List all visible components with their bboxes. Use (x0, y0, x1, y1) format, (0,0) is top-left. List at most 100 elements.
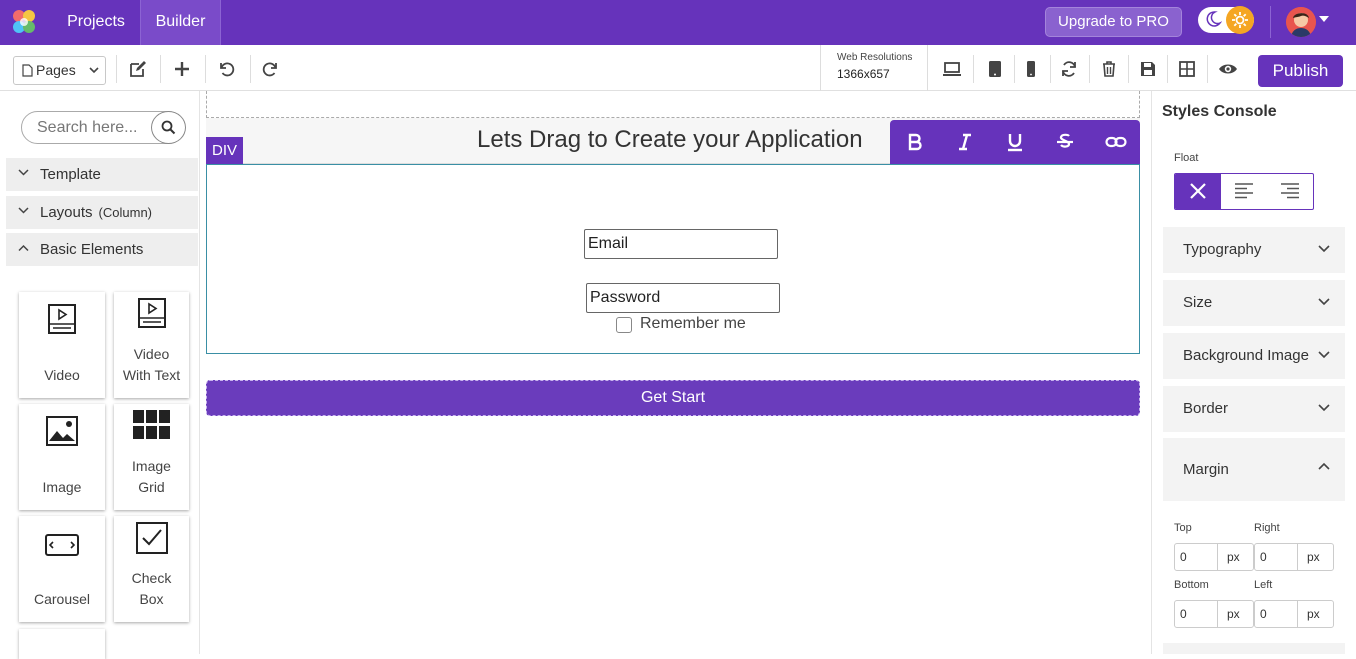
delete-icon[interactable] (1099, 59, 1119, 79)
email-field[interactable]: Email (584, 229, 778, 259)
upgrade-button[interactable]: Upgrade to PRO (1045, 7, 1182, 37)
refresh-icon[interactable] (1059, 59, 1079, 79)
margin-top-value[interactable]: 0 (1180, 550, 1187, 564)
search-input[interactable]: Search here... (37, 119, 138, 137)
margin-right-unit[interactable]: px (1297, 544, 1334, 570)
video-icon (19, 304, 105, 334)
settings-icon[interactable] (1226, 6, 1254, 34)
edit-icon[interactable] (128, 59, 148, 79)
divider (1128, 55, 1129, 83)
underline-icon[interactable] (1005, 132, 1025, 152)
close-icon (1190, 183, 1206, 199)
pages-select[interactable]: Pages (13, 56, 106, 85)
section-label: Typography (1183, 241, 1262, 258)
accordion-basic-elements[interactable]: Basic Elements (6, 233, 198, 266)
video-with-text-icon (114, 298, 189, 328)
margin-bottom-unit[interactable]: px (1217, 601, 1254, 627)
align-left-icon (1235, 183, 1253, 199)
accordion-title: Layouts (40, 204, 93, 221)
element-label: Image (132, 458, 171, 474)
section-margin[interactable]: Margin (1163, 438, 1345, 501)
mobile-icon[interactable] (1021, 59, 1041, 79)
chevron-down-icon[interactable] (1319, 16, 1329, 22)
element-card-partial[interactable] (19, 629, 105, 659)
web-resolution: Web Resolutions 1366x657 (820, 45, 928, 91)
builder-canvas[interactable]: Lets Drag to Create your Application DIV… (205, 91, 1151, 654)
element-checkbox[interactable]: Check Box (114, 516, 189, 622)
remember-checkbox[interactable] (616, 317, 632, 333)
resolution-title: Web Resolutions (837, 52, 913, 63)
section-size[interactable]: Size (1163, 280, 1345, 326)
save-icon[interactable] (1138, 59, 1158, 79)
link-icon[interactable] (1105, 132, 1127, 152)
nav-builder[interactable]: Builder (140, 0, 221, 45)
section-background-image[interactable]: Background Image (1163, 333, 1345, 379)
headline-text[interactable]: Lets Drag to Create your Application (477, 126, 863, 154)
chevron-down-icon (1318, 404, 1330, 412)
margin-top-input[interactable]: 0 px (1174, 543, 1254, 571)
strikethrough-icon[interactable] (1055, 132, 1075, 152)
italic-icon[interactable] (955, 132, 975, 152)
divider (1050, 55, 1051, 83)
chevron-down-icon (1318, 298, 1330, 306)
element-label: Carousel (33, 591, 91, 607)
theme-toggle[interactable] (1198, 6, 1254, 34)
accordion-subtitle: (Column) (98, 205, 153, 220)
margin-right-input[interactable]: 0 px (1254, 543, 1334, 571)
laptop-icon[interactable] (942, 59, 962, 79)
divider (160, 55, 161, 83)
float-left-button[interactable] (1221, 174, 1267, 209)
add-icon[interactable] (172, 59, 192, 79)
checkbox-icon (114, 522, 189, 554)
drop-zone[interactable] (206, 91, 1140, 118)
margin-left-input[interactable]: 0 px (1254, 600, 1334, 628)
divider (205, 55, 206, 83)
section-typography[interactable]: Typography (1163, 227, 1345, 273)
search-button[interactable] (151, 111, 186, 144)
bold-icon[interactable] (905, 132, 925, 152)
search-field[interactable]: Search here... (21, 111, 186, 144)
password-field[interactable]: Password (586, 283, 780, 313)
grid-icon[interactable] (1177, 59, 1197, 79)
margin-bottom-label: Bottom (1174, 579, 1209, 591)
element-video-with-text[interactable]: Video With Text (114, 292, 189, 398)
element-label: With Text (122, 367, 181, 383)
chevron-down-icon (1318, 351, 1330, 359)
section-border[interactable]: Border (1163, 386, 1345, 432)
avatar[interactable] (1286, 7, 1316, 37)
margin-right-label: Right (1254, 522, 1280, 534)
chevron-down-icon (18, 169, 29, 177)
element-video[interactable]: Video (19, 292, 105, 398)
margin-bottom-input[interactable]: 0 px (1174, 600, 1254, 628)
chevron-down-icon (89, 67, 99, 74)
undo-icon[interactable] (216, 59, 236, 79)
div-container[interactable]: Email Password Remember me (206, 164, 1140, 354)
element-carousel[interactable]: Carousel (19, 516, 105, 622)
margin-left-value[interactable]: 0 (1260, 607, 1267, 621)
element-image-grid[interactable]: Image Grid (114, 404, 189, 510)
nav-projects[interactable]: Projects (56, 0, 136, 45)
margin-bottom-value[interactable]: 0 (1180, 607, 1187, 621)
format-toolbar (890, 120, 1140, 164)
float-right-button[interactable] (1267, 174, 1313, 209)
margin-right-value[interactable]: 0 (1260, 550, 1267, 564)
redo-icon[interactable] (261, 59, 281, 79)
preview-icon[interactable] (1218, 59, 1238, 79)
tablet-icon[interactable] (985, 59, 1005, 79)
get-start-button[interactable]: Get Start (206, 380, 1140, 416)
publish-button[interactable]: Publish (1258, 55, 1343, 87)
divider (116, 55, 117, 83)
margin-top-unit[interactable]: px (1217, 544, 1254, 570)
chevron-up-icon (18, 244, 29, 252)
element-image[interactable]: Image (19, 404, 105, 510)
element-label: Check (131, 570, 172, 586)
accordion-template[interactable]: Template (6, 158, 198, 191)
image-grid-icon (114, 410, 189, 440)
section-partial[interactable] (1163, 643, 1345, 654)
div-tag[interactable]: DIV (206, 137, 243, 165)
margin-left-unit[interactable]: px (1297, 601, 1334, 627)
accordion-layouts[interactable]: Layouts (Column) (6, 196, 198, 229)
remember-label: Remember me (640, 315, 746, 332)
float-none-button[interactable] (1175, 174, 1221, 209)
app-logo[interactable] (10, 8, 38, 36)
